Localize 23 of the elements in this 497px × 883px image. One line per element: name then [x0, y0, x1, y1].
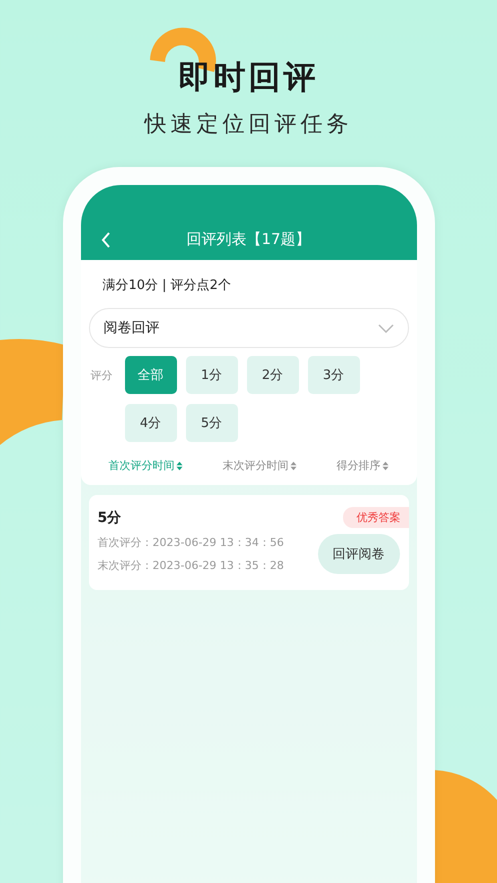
sort-option[interactable]: 末次评分时间 — [222, 458, 296, 473]
back-icon[interactable] — [100, 232, 110, 248]
headline: 即时回评 — [178, 57, 318, 98]
screen-title: 回评列表【17题】 — [186, 229, 311, 250]
sort-icon — [176, 460, 182, 470]
last-score-time: 末次评分：2023-06-29 13：35：28 — [98, 558, 284, 573]
dropdown-field[interactable]: 阅卷回评 — [88, 308, 408, 348]
score-chip[interactable]: 5分 — [186, 404, 238, 442]
sort-icon — [382, 460, 388, 470]
score-chip[interactable]: 1分 — [186, 356, 238, 394]
subheadline: 快速定位回评任务 — [144, 111, 352, 139]
review-button[interactable]: 回评阅卷 — [318, 534, 400, 574]
score-summary: 满分10分 | 评分点2个 — [102, 277, 232, 295]
chevron-down-icon — [378, 324, 394, 332]
score-chip[interactable]: 2分 — [246, 356, 298, 394]
score-chip[interactable]: 3分 — [308, 356, 360, 394]
first-score-time: 首次评分：2023-06-29 13：34：56 — [98, 535, 284, 550]
score-chip[interactable]: 4分 — [124, 404, 176, 442]
sort-icon — [290, 460, 296, 470]
score-value: 5分 — [98, 508, 122, 526]
filter-label: 评分 — [90, 368, 114, 384]
excellent-badge: 优秀答案 — [342, 507, 408, 528]
sort-option[interactable]: 得分排序 — [336, 458, 388, 473]
